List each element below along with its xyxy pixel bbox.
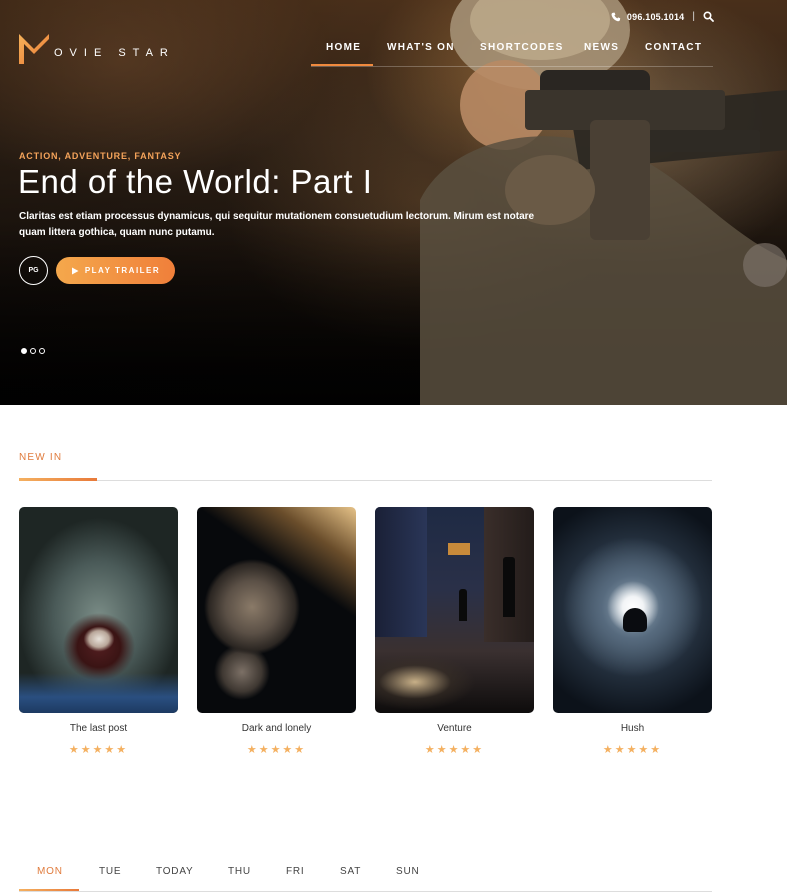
- movie-title[interactable]: The last post: [19, 723, 178, 734]
- tab-sat[interactable]: SAT: [340, 866, 361, 877]
- tab-tue[interactable]: TUE: [99, 866, 121, 877]
- movie-poster[interactable]: [375, 507, 534, 713]
- logo-text: OVIE STAR: [54, 47, 175, 59]
- star-rating: ★★★★★: [246, 743, 307, 756]
- tab-fri[interactable]: FRI: [286, 866, 305, 877]
- section-divider-accent: [19, 478, 97, 481]
- hero-title: End of the World: Part I: [18, 163, 373, 200]
- movie-poster[interactable]: [553, 507, 712, 713]
- movie-card[interactable]: The last post ★★★★★: [19, 507, 178, 756]
- slider-dot-2[interactable]: [30, 348, 36, 354]
- top-contact-bar: 096.105.1014 |: [611, 11, 714, 22]
- movie-card[interactable]: Venture ★★★★★: [375, 507, 534, 756]
- hero-banner: 096.105.1014 | OVIE STAR HOME WHAT'S ON …: [0, 0, 787, 405]
- nav-contact[interactable]: CONTACT: [645, 42, 702, 53]
- rating-badge: PG: [19, 256, 48, 285]
- site-logo[interactable]: OVIE STAR: [18, 33, 175, 65]
- nav-home[interactable]: HOME: [310, 42, 374, 66]
- play-trailer-label: PLAY TRAILER: [84, 266, 161, 275]
- tab-thu[interactable]: THU: [228, 866, 251, 877]
- nav-shortcodes[interactable]: SHORTCODES: [480, 42, 564, 53]
- movie-poster[interactable]: [197, 507, 356, 713]
- tab-mon[interactable]: MON: [19, 866, 79, 891]
- slider-dot-3[interactable]: [39, 348, 45, 354]
- movie-card[interactable]: Hush ★★★★★: [553, 507, 712, 756]
- nav-news[interactable]: NEWS: [584, 42, 619, 53]
- hero-genres[interactable]: ACTION, ADVENTURE, FANTASY: [19, 151, 181, 161]
- topbar-separator: |: [692, 11, 695, 22]
- star-rating: ★★★★★: [602, 743, 663, 756]
- phone-number[interactable]: 096.105.1014: [627, 12, 684, 22]
- tab-sun[interactable]: SUN: [396, 866, 420, 877]
- star-rating: ★★★★★: [424, 743, 485, 756]
- section-divider: [19, 480, 712, 481]
- schedule-day-tabs: MON TUE TODAY THU FRI SAT SUN: [19, 866, 712, 892]
- hero-description: Claritas est etiam processus dynamicus, …: [19, 211, 535, 238]
- movie-title[interactable]: Venture: [375, 723, 534, 734]
- slider-dot-1[interactable]: [21, 348, 27, 354]
- play-trailer-button[interactable]: PLAY TRAILER: [56, 257, 175, 284]
- search-icon[interactable]: [703, 11, 714, 22]
- play-icon: [71, 267, 79, 274]
- tab-today[interactable]: TODAY: [156, 866, 194, 877]
- star-rating: ★★★★★: [68, 743, 129, 756]
- nav-whats-on[interactable]: WHAT'S ON: [387, 42, 455, 53]
- movie-title[interactable]: Dark and lonely: [197, 723, 356, 734]
- main-nav: HOME WHAT'S ON SHORTCODES NEWS CONTACT: [310, 38, 713, 67]
- slider-dots: [21, 348, 45, 354]
- new-in-heading: NEW IN: [19, 452, 63, 463]
- phone-icon[interactable]: [611, 12, 621, 22]
- movie-title[interactable]: Hush: [553, 723, 712, 734]
- movie-card[interactable]: Dark and lonely ★★★★★: [197, 507, 356, 756]
- logo-m-icon: [19, 34, 49, 64]
- movie-poster[interactable]: [19, 507, 178, 713]
